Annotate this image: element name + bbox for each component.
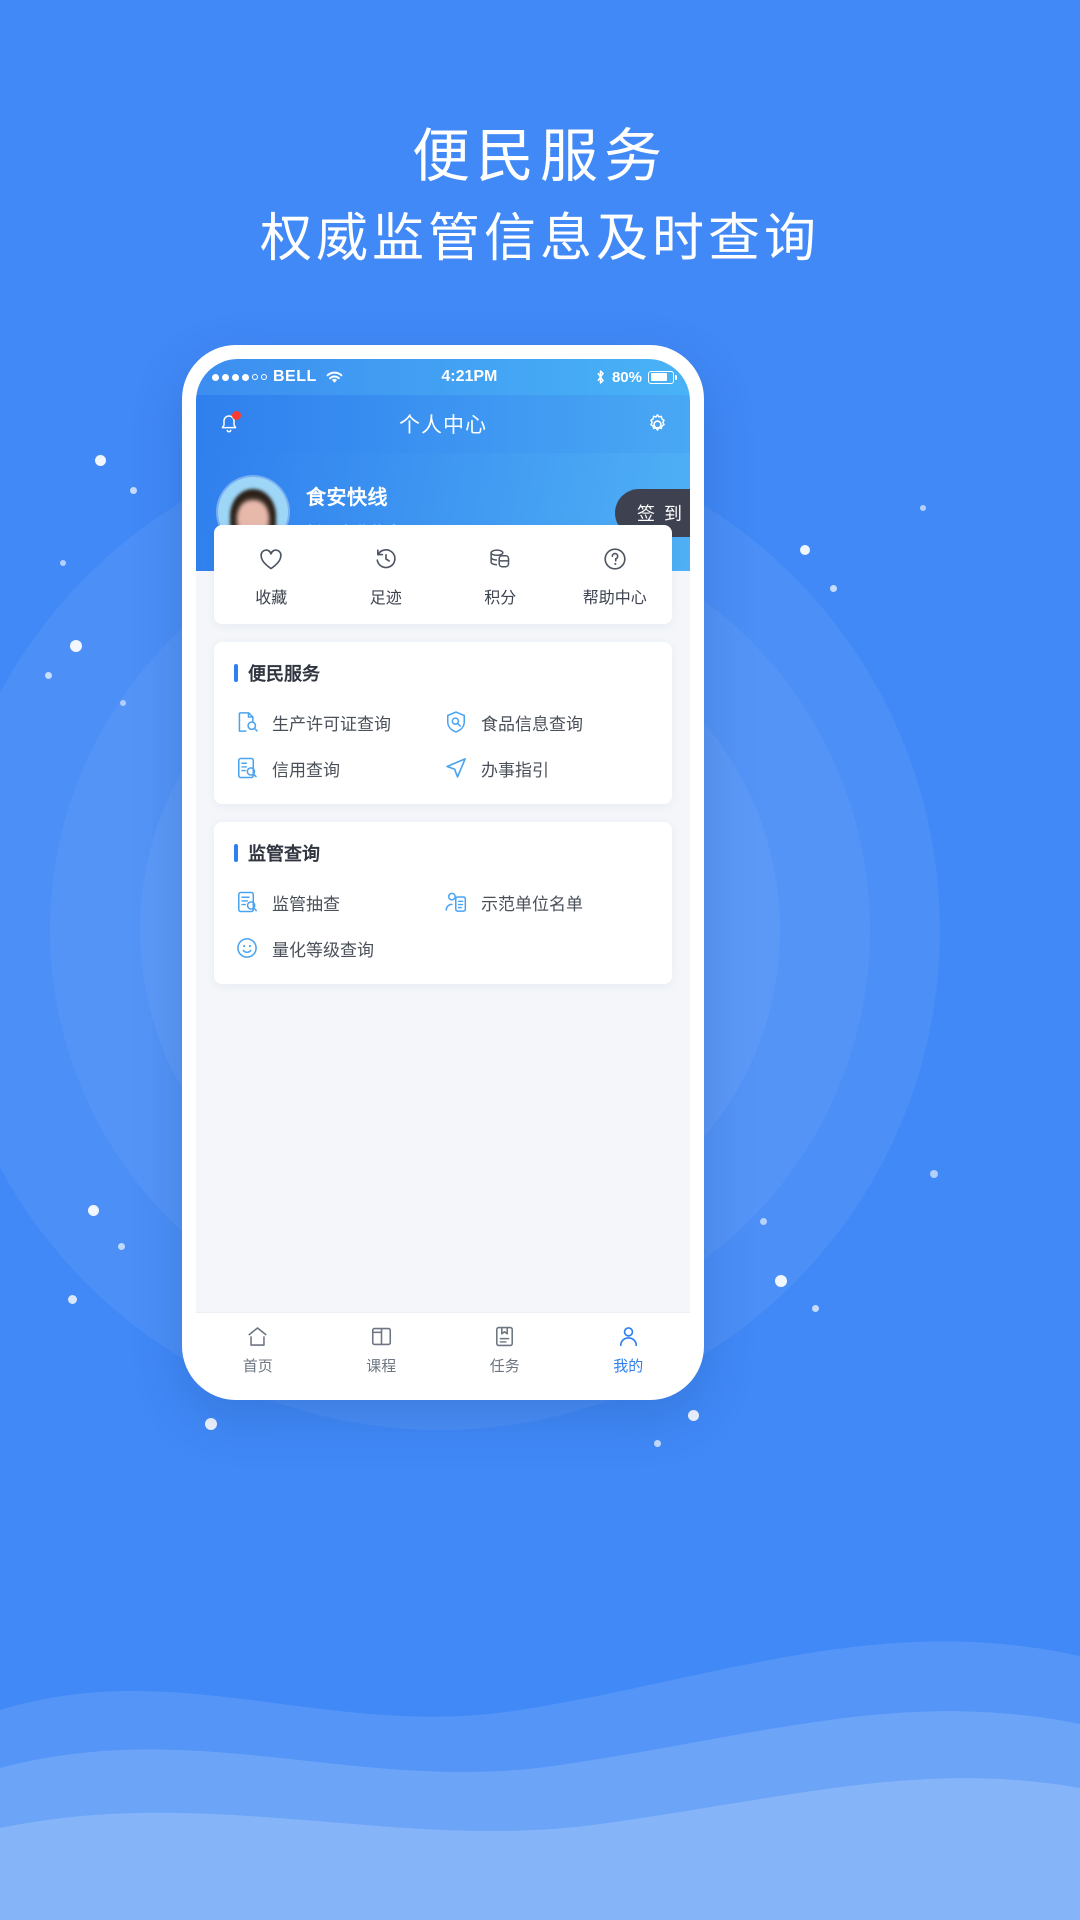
quick-action-label: 积分 xyxy=(484,590,517,607)
service-item-guide[interactable]: 办事指引 xyxy=(443,738,652,784)
profile-name: 食安快线 xyxy=(306,487,388,509)
decor-dot xyxy=(830,585,837,592)
carrier-label: BELL xyxy=(273,368,317,385)
bell-icon[interactable] xyxy=(214,409,244,439)
status-bar: BELL 4:21PM 80% xyxy=(196,359,690,395)
phone-screen: BELL 4:21PM 80% 个人中心 食安快线 签 到 收藏 足迹 积分 帮… xyxy=(196,359,690,1386)
promo-headline: 便民服务 xyxy=(411,124,668,189)
credit-search-icon xyxy=(234,755,260,781)
decor-dot xyxy=(930,1170,938,1178)
food-info-icon xyxy=(443,709,469,735)
quick-action-points[interactable]: 积分 xyxy=(443,545,558,608)
service-item-license-search[interactable]: 生产许可证查询 xyxy=(234,692,443,738)
heart-icon xyxy=(257,545,285,573)
person-icon xyxy=(616,1324,641,1349)
quick-action-help[interactable]: 帮助中心 xyxy=(558,545,673,608)
content-area: 收藏 足迹 积分 帮助中心 便民服务 生产许可证查询 食品信息查询 信用查询 办… xyxy=(196,525,690,1312)
decor-dot xyxy=(60,560,66,566)
coins-icon xyxy=(486,545,514,573)
section-convenience-services: 便民服务 生产许可证查询 食品信息查询 信用查询 办事指引 xyxy=(214,642,672,804)
section-title-row: 便民服务 xyxy=(234,660,652,686)
service-item-credit-search[interactable]: 信用查询 xyxy=(234,738,443,784)
decor-dot xyxy=(775,1275,787,1287)
service-item-model-unit[interactable]: 示范单位名单 xyxy=(443,872,652,918)
service-item-label: 生产许可证查询 xyxy=(272,714,391,734)
decor-dot xyxy=(812,1305,819,1312)
service-item-food-info[interactable]: 食品信息查询 xyxy=(443,692,652,738)
decor-dot xyxy=(88,1205,99,1216)
section-regulatory-query: 监管查询 监管抽查 示范单位名单 量化等级查询 xyxy=(214,822,672,984)
decor-dot xyxy=(688,1410,699,1421)
model-unit-icon xyxy=(443,889,469,915)
notification-badge xyxy=(232,411,241,420)
decor-dot xyxy=(95,455,106,466)
battery-icon xyxy=(648,370,677,384)
license-search-icon xyxy=(234,709,260,735)
section-title: 监管查询 xyxy=(248,844,320,864)
tab-home[interactable]: 首页 xyxy=(196,1324,320,1376)
decor-dot xyxy=(118,1243,125,1250)
task-icon xyxy=(492,1324,517,1349)
decor-dot xyxy=(800,545,810,555)
wifi-icon xyxy=(325,370,344,385)
service-item-label: 监管抽查 xyxy=(272,894,340,914)
status-time: 4:21PM xyxy=(441,368,498,385)
tab-courses[interactable]: 课程 xyxy=(320,1324,444,1376)
inspection-icon xyxy=(234,889,260,915)
battery-label: 80% xyxy=(611,368,642,386)
guide-arrow-icon xyxy=(443,755,469,781)
quick-actions-card: 收藏 足迹 积分 帮助中心 xyxy=(214,525,672,624)
decor-dot xyxy=(205,1418,217,1430)
quick-action-label: 帮助中心 xyxy=(582,590,647,607)
service-item-inspection[interactable]: 监管抽查 xyxy=(234,872,443,918)
decor-dot xyxy=(120,700,126,706)
phone-mockup: BELL 4:21PM 80% 个人中心 食安快线 签 到 收藏 足迹 积分 帮… xyxy=(182,345,704,1400)
quick-action-label: 收藏 xyxy=(255,590,288,607)
smiley-rating-icon xyxy=(234,935,260,961)
section-title-row: 监管查询 xyxy=(234,840,652,866)
service-item-label: 量化等级查询 xyxy=(272,940,374,960)
section-accent-bar xyxy=(234,844,238,862)
section-accent-bar xyxy=(234,664,238,682)
tab-tasks[interactable]: 任务 xyxy=(443,1324,567,1376)
gear-icon[interactable] xyxy=(642,409,672,439)
service-item-rating-query[interactable]: 量化等级查询 xyxy=(234,918,443,964)
service-item-label: 办事指引 xyxy=(481,760,549,780)
section-title: 便民服务 xyxy=(248,664,320,684)
app-bar-title: 个人中心 xyxy=(399,414,487,437)
signal-strength-icon xyxy=(212,373,267,381)
app-bar: 个人中心 xyxy=(196,395,690,453)
bottom-tab-bar: 首页 课程 任务 我的 xyxy=(196,1312,690,1386)
decor-dot xyxy=(760,1218,767,1225)
bluetooth-icon xyxy=(595,369,606,385)
quick-action-label: 足迹 xyxy=(369,590,402,607)
decor-dot xyxy=(68,1295,77,1304)
tab-label: 首页 xyxy=(242,1357,273,1375)
book-icon xyxy=(369,1324,394,1349)
tab-label: 任务 xyxy=(489,1357,520,1375)
quick-action-history[interactable]: 足迹 xyxy=(329,545,444,608)
service-item-label: 信用查询 xyxy=(272,760,340,780)
decor-dot xyxy=(45,672,52,679)
tab-label: 我的 xyxy=(613,1357,644,1375)
question-icon xyxy=(601,545,629,573)
decor-dot xyxy=(920,505,926,511)
service-item-label: 食品信息查询 xyxy=(481,714,583,734)
quick-action-favorites[interactable]: 收藏 xyxy=(214,545,329,608)
decor-wave xyxy=(0,1641,1080,1920)
promo-subheadline: 权威监管信息及时查询 xyxy=(259,210,820,268)
tab-profile[interactable]: 我的 xyxy=(567,1324,691,1376)
decor-dot xyxy=(70,640,82,652)
decor-dot xyxy=(654,1440,661,1447)
history-icon xyxy=(372,545,400,573)
promo-headline-block: 便民服务 权威监管信息及时查询 xyxy=(0,118,1080,276)
service-item-label: 示范单位名单 xyxy=(481,894,583,914)
home-icon xyxy=(245,1324,270,1349)
decor-dot xyxy=(130,487,137,494)
tab-label: 课程 xyxy=(366,1357,397,1375)
